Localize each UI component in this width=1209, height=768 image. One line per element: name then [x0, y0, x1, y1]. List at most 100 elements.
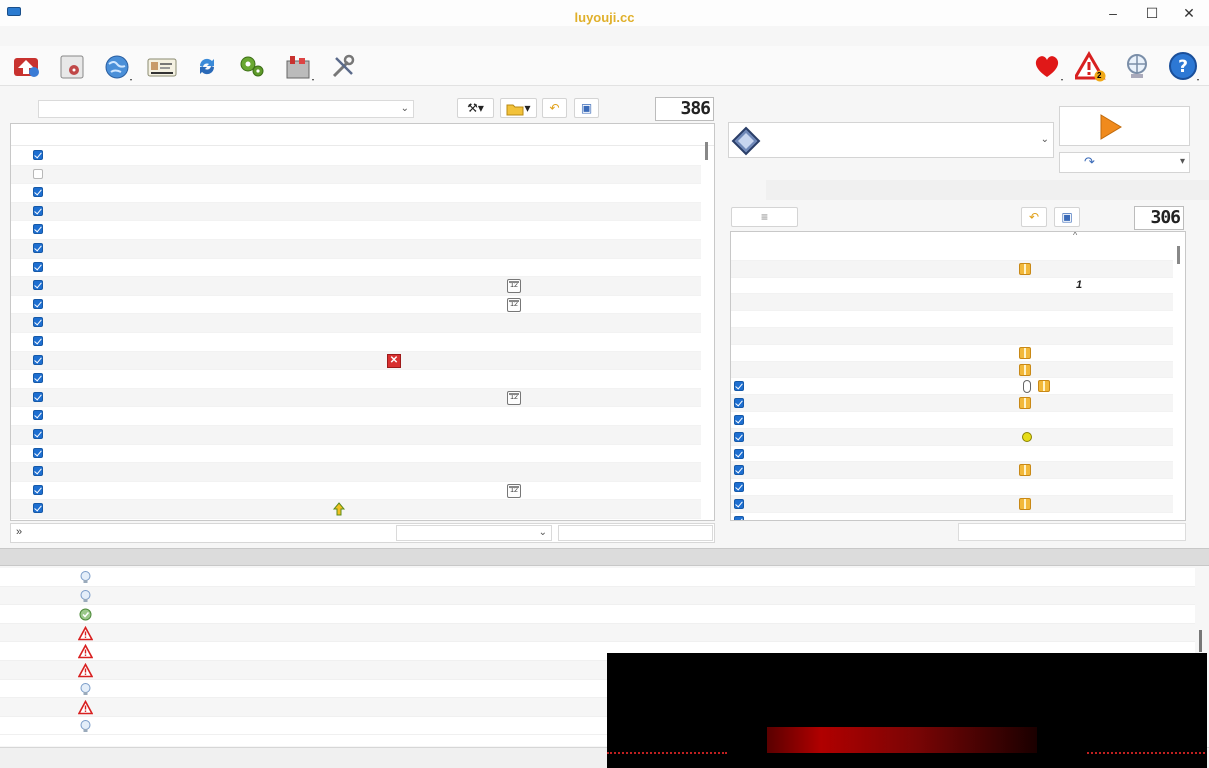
right-list-row[interactable]	[731, 395, 1173, 412]
row-checkbox[interactable]	[33, 391, 43, 402]
refresh-icon[interactable]	[191, 50, 223, 82]
log-row[interactable]	[0, 568, 1195, 587]
minimize-button[interactable]: –	[1098, 3, 1128, 23]
row-checkbox[interactable]	[33, 224, 43, 235]
save-button[interactable]: ▣	[574, 98, 599, 118]
right-list-row[interactable]	[731, 479, 1173, 496]
maximize-button[interactable]: ☐	[1137, 3, 1167, 23]
right-list-row[interactable]	[731, 496, 1173, 513]
row-checkbox[interactable]	[734, 398, 744, 409]
right-list-row[interactable]: 1	[731, 278, 1173, 295]
row-checkbox[interactable]	[734, 415, 744, 425]
row-checkbox[interactable]	[33, 503, 43, 514]
right-list-row[interactable]	[731, 462, 1173, 480]
row-checkbox[interactable]	[33, 205, 43, 216]
redo-combo[interactable]: ↷ ▾	[1059, 152, 1190, 173]
left-list-row[interactable]	[11, 240, 701, 259]
right-list-row[interactable]	[731, 513, 1173, 520]
row-checkbox[interactable]	[33, 447, 43, 458]
row-checkbox[interactable]	[33, 354, 43, 365]
left-list-row[interactable]: 12	[11, 388, 701, 408]
row-checkbox[interactable]	[734, 431, 744, 442]
log-row[interactable]	[0, 605, 1195, 624]
folder-dropdown-button[interactable]: ▾	[500, 98, 537, 118]
play-button[interactable]	[1059, 106, 1190, 146]
left-list-row[interactable]	[11, 445, 701, 464]
right-list-row[interactable]	[731, 428, 1173, 446]
row-checkbox[interactable]	[33, 373, 43, 384]
tab-active[interactable]	[720, 180, 766, 200]
heart-icon[interactable]	[1031, 50, 1063, 82]
row-checkbox[interactable]	[33, 317, 43, 328]
right-list-row[interactable]	[731, 446, 1173, 463]
tools-dropdown-button[interactable]: ⚒▾	[457, 98, 494, 118]
expand-button[interactable]: »	[16, 526, 22, 538]
list-options-button[interactable]: ≡	[731, 207, 798, 227]
left-list-row[interactable]	[11, 147, 701, 166]
left-list-row[interactable]	[11, 314, 701, 333]
right-undo-button[interactable]: ↶	[1021, 207, 1047, 227]
left-list-row[interactable]	[11, 221, 701, 240]
left-list-row[interactable]: ✕	[11, 351, 701, 371]
update-icon[interactable]	[10, 50, 42, 82]
right-list-row[interactable]	[731, 260, 1173, 278]
row-checkbox[interactable]	[33, 410, 43, 421]
right-list-row[interactable]	[731, 378, 1173, 396]
row-checkbox[interactable]	[734, 381, 744, 392]
row-checkbox[interactable]	[33, 484, 43, 495]
row-checkbox[interactable]	[33, 466, 43, 477]
globe-icon[interactable]	[101, 50, 133, 82]
row-checkbox[interactable]	[734, 499, 744, 509]
help-icon[interactable]: ?	[1167, 50, 1199, 82]
wrench-screwdriver-icon[interactable]	[327, 50, 359, 82]
row-checkbox[interactable]	[734, 515, 744, 520]
row-checkbox[interactable]	[33, 187, 43, 198]
left-list-row[interactable]	[11, 259, 701, 278]
row-checkbox[interactable]	[33, 150, 43, 160]
sort-indicator[interactable]: ^	[1073, 232, 1077, 240]
row-checkbox[interactable]	[33, 261, 43, 272]
undo-button[interactable]: ↶	[542, 98, 567, 118]
warning-icon[interactable]: 2	[1072, 50, 1107, 82]
tools-package-icon[interactable]	[282, 50, 314, 82]
network-globe-icon[interactable]	[1121, 50, 1153, 82]
left-list-row[interactable]	[11, 333, 701, 352]
row-checkbox[interactable]	[734, 448, 744, 459]
row-checkbox[interactable]	[33, 280, 43, 291]
right-list-row[interactable]	[731, 244, 1173, 261]
log-row[interactable]	[0, 586, 1195, 606]
right-list-scrollbar[interactable]	[1177, 246, 1180, 264]
right-profile-combo[interactable]: ⌄	[728, 122, 1054, 158]
row-checkbox[interactable]	[33, 298, 43, 309]
right-list-row[interactable]	[731, 328, 1173, 345]
left-list-row[interactable]	[11, 370, 701, 389]
left-list-row[interactable]: 12	[11, 482, 701, 501]
right-list-row[interactable]	[731, 345, 1173, 362]
left-list-scrollbar[interactable]	[705, 142, 708, 160]
left-filter-combo[interactable]: ⌄	[38, 100, 414, 118]
right-list-row[interactable]	[731, 412, 1173, 429]
left-list-row[interactable]	[11, 165, 701, 185]
row-checkbox[interactable]	[734, 465, 744, 476]
right-list-row[interactable]	[731, 294, 1173, 312]
log-row[interactable]	[0, 623, 1195, 643]
close-button[interactable]: ✕	[1174, 3, 1204, 23]
right-save-button[interactable]: ▣	[1054, 207, 1080, 227]
left-list-row[interactable]	[11, 202, 701, 222]
row-checkbox[interactable]	[33, 429, 43, 439]
id-card-icon[interactable]	[146, 50, 178, 82]
left-list-row[interactable]: 12	[11, 296, 701, 315]
left-list-row[interactable]	[11, 426, 701, 445]
row-checkbox[interactable]	[33, 336, 43, 346]
footer-combo[interactable]: ⌄	[396, 525, 552, 541]
left-list-row[interactable]	[11, 184, 701, 203]
right-list-row[interactable]	[731, 311, 1173, 328]
panel-splitter[interactable]	[0, 548, 1209, 566]
footer-field[interactable]	[558, 525, 713, 541]
left-list-row[interactable]: 12	[11, 277, 701, 296]
row-checkbox[interactable]	[33, 243, 43, 253]
settings-gears-icon[interactable]	[236, 50, 268, 82]
left-list-row[interactable]	[11, 500, 701, 519]
disk-icon[interactable]	[56, 50, 88, 82]
log-scrollbar[interactable]	[1199, 630, 1202, 652]
